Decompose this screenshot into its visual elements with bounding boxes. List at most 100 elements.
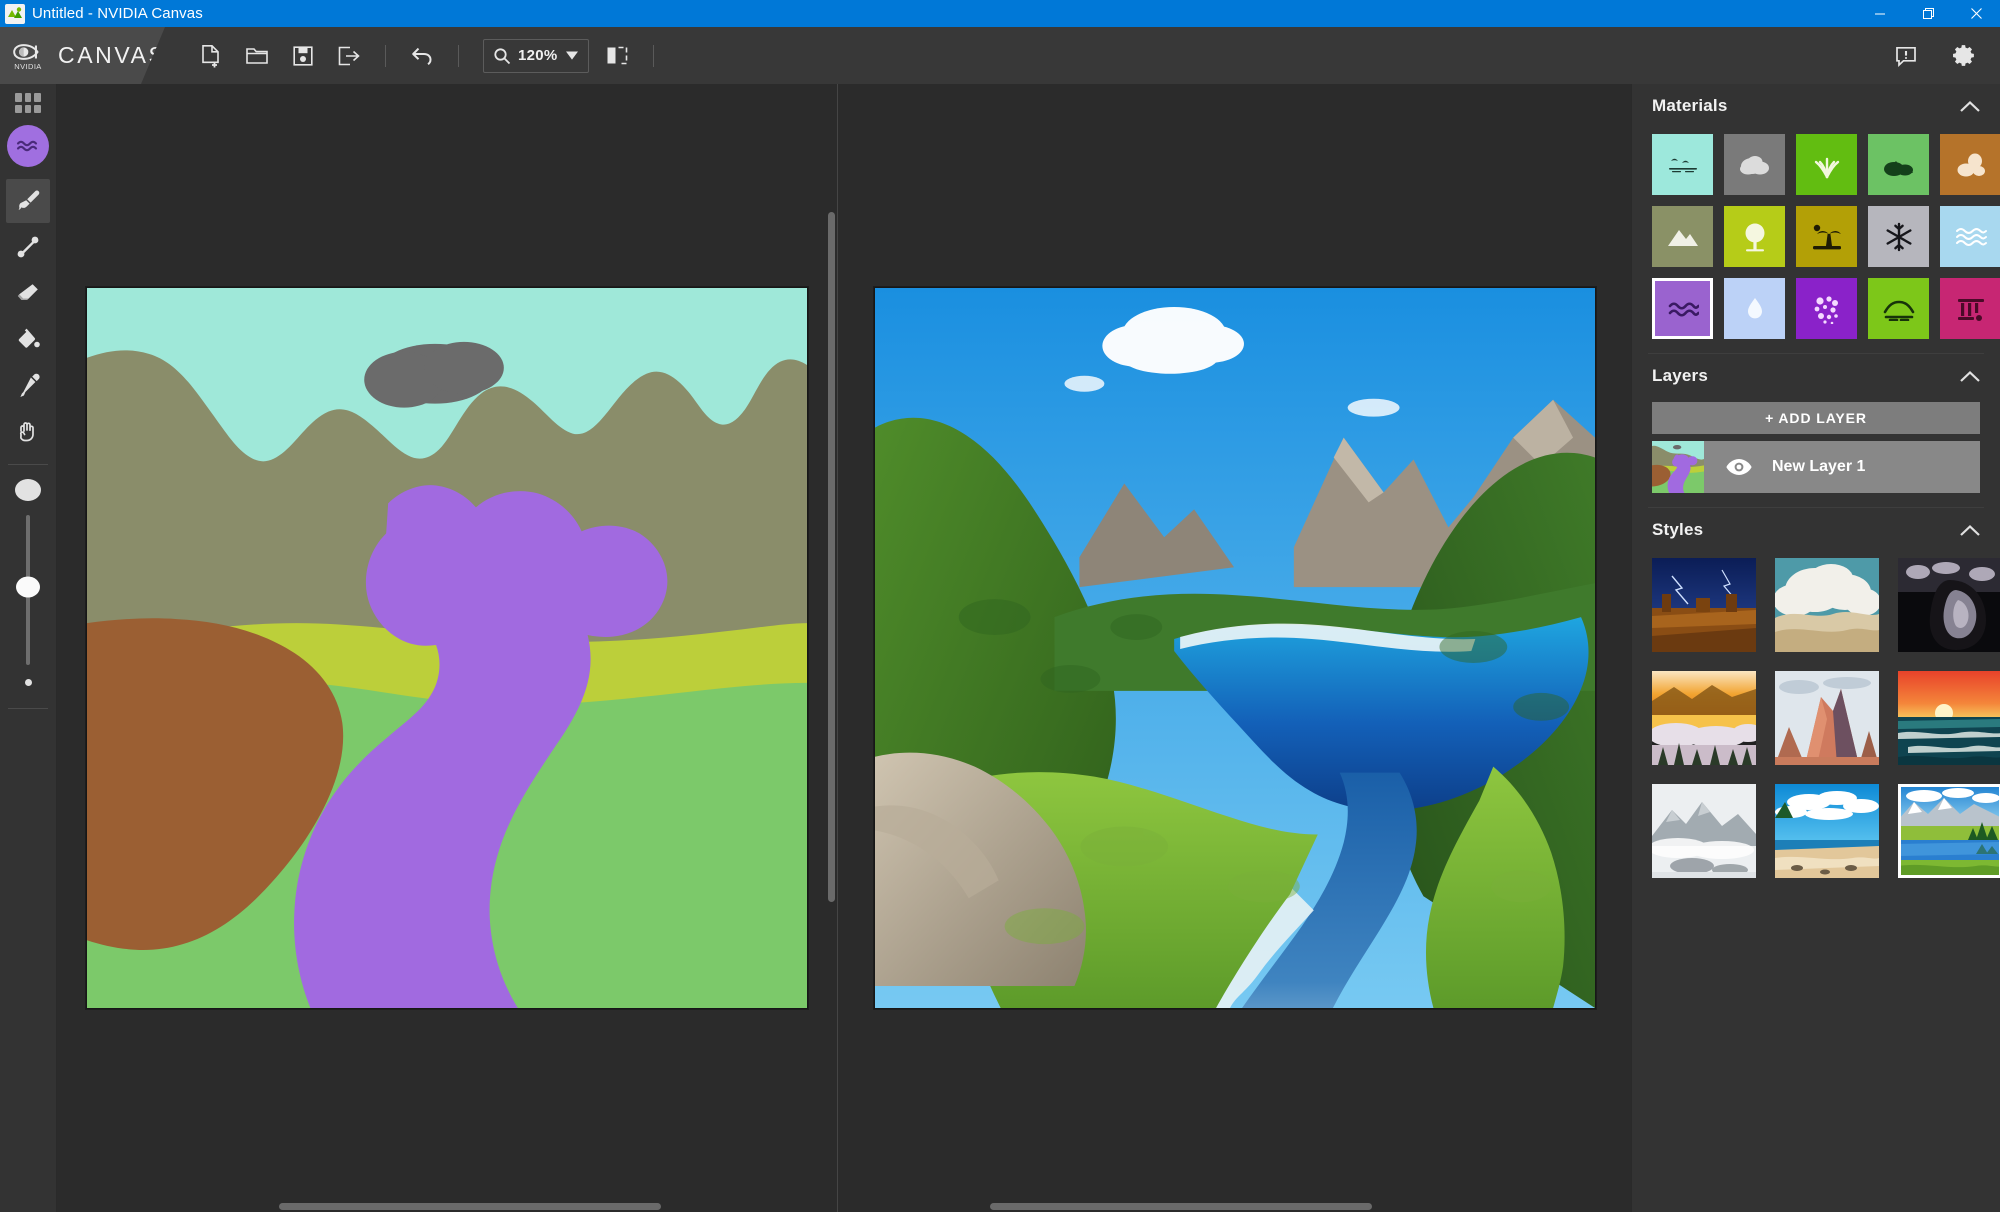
sketch-hscroll-thumb[interactable] [279, 1203, 661, 1210]
material-hill[interactable] [1868, 278, 1929, 339]
material-sea[interactable] [1940, 206, 2000, 267]
tool-rail [0, 84, 57, 1212]
nvidia-eye-logo-icon: NVIDIA [7, 36, 49, 76]
brand-zone: NVIDIA CANVAS BETA [0, 27, 165, 84]
settings-gear-icon[interactable] [1942, 34, 1986, 78]
dot [34, 104, 41, 113]
toolbar-separator-1 [385, 44, 386, 67]
zoom-control[interactable]: 120% [483, 38, 589, 73]
material-flowers[interactable] [1796, 278, 1857, 339]
dot [15, 93, 22, 102]
material-grass[interactable] [1796, 134, 1857, 195]
style-blue-beach[interactable] [1775, 784, 1879, 878]
material-snow[interactable] [1868, 206, 1929, 267]
style-red-spire[interactable] [1775, 671, 1879, 765]
window-title-bar: Untitled - NVIDIA Canvas [0, 0, 2000, 27]
render-hscroll-thumb[interactable] [990, 1203, 1372, 1210]
compare-view-button[interactable] [595, 34, 639, 78]
layer-visibility-eye-icon[interactable] [1726, 458, 1752, 476]
sketch-horizontal-scrollbar[interactable] [57, 1200, 837, 1212]
close-button[interactable] [1952, 0, 2000, 27]
canvas-area [57, 84, 1631, 1212]
render-horizontal-scrollbar[interactable] [838, 1200, 1631, 1212]
material-sand[interactable] [1940, 134, 2000, 195]
add-layer-button[interactable]: + ADD LAYER [1652, 402, 1980, 434]
undo-button[interactable] [400, 34, 444, 78]
styles-section-header[interactable]: Styles [1632, 508, 2000, 552]
material-bush[interactable] [1868, 134, 1929, 195]
material-water[interactable] [1652, 278, 1713, 339]
ai-rendered-output[interactable] [873, 287, 1596, 1009]
zoom-level-value: 120% [518, 47, 558, 64]
style-night-cave[interactable] [1898, 558, 2000, 652]
styles-title: Styles [1652, 520, 1704, 539]
nvidia-wordmark: NVIDIA [14, 61, 42, 71]
layer-name: New Layer 1 [1772, 458, 1866, 475]
current-material-swatch[interactable] [7, 125, 49, 167]
nvidia-canvas-window: Untitled - NVIDIA Canvas NVIDIA CANVAS B… [0, 0, 2000, 1212]
render-vertical-scrollbar[interactable] [1619, 84, 1631, 1212]
style-storm-mesa[interactable] [1652, 558, 1756, 652]
toolbar-buttons: 120% [165, 27, 666, 84]
chevron-down-icon[interactable] [565, 50, 579, 61]
rail-divider-bottom [8, 708, 48, 709]
maximize-restore-button[interactable] [1904, 0, 1952, 27]
materials-section-header[interactable]: Materials [1632, 84, 2000, 128]
tool-line[interactable] [6, 225, 50, 269]
sketch-vscroll-thumb[interactable] [828, 212, 835, 902]
material-ruins[interactable] [1940, 278, 2000, 339]
main-toolbar: NVIDIA CANVAS BETA 120% [0, 27, 2000, 84]
right-panel-spacer [1632, 894, 2000, 1212]
feedback-button[interactable] [1884, 34, 1928, 78]
toolbar-separator-2 [458, 44, 459, 67]
window-title: Untitled - NVIDIA Canvas [32, 5, 203, 22]
material-cloud[interactable] [1724, 134, 1785, 195]
tool-pan-hand[interactable] [6, 409, 50, 453]
material-desert[interactable] [1796, 206, 1857, 267]
dot [24, 93, 32, 102]
tool-eyedropper[interactable] [6, 363, 50, 407]
magnifier-icon [493, 47, 511, 65]
material-mountain[interactable] [1652, 206, 1713, 267]
layer-thumbnail [1652, 441, 1704, 493]
brush-size-min-indicator [24, 679, 32, 686]
style-misty-monochrome[interactable] [1652, 784, 1756, 878]
dot [24, 104, 32, 113]
brush-size-thumb[interactable] [16, 576, 40, 598]
material-fog[interactable] [1724, 278, 1785, 339]
material-tree[interactable] [1724, 206, 1785, 267]
export-file-button[interactable] [327, 34, 371, 78]
style-alpine-lake[interactable] [1898, 784, 2000, 878]
style-golden-fog[interactable] [1652, 671, 1756, 765]
styles-grid [1632, 552, 2000, 894]
segmentation-sketch[interactable] [86, 287, 808, 1009]
materials-grid-toggle-icon[interactable] [15, 93, 41, 113]
new-file-button[interactable] [189, 34, 233, 78]
layer-row[interactable]: New Layer 1 [1652, 441, 1980, 493]
brush-size-slider[interactable] [16, 515, 40, 665]
material-sky[interactable] [1652, 134, 1713, 195]
toolbar-separator-3 [652, 44, 654, 67]
minimize-button[interactable] [1856, 0, 1904, 27]
style-cumulus-cliffs[interactable] [1775, 558, 1879, 652]
style-ocean-sunset[interactable] [1898, 671, 2000, 765]
render-pane[interactable] [838, 84, 1631, 1212]
chevron-up-icon[interactable] [1959, 370, 1981, 383]
chevron-up-icon[interactable] [1959, 100, 1981, 113]
layers-title: Layers [1652, 366, 1709, 385]
brush-size-max-indicator [15, 479, 41, 501]
sketch-pane[interactable] [57, 84, 837, 1212]
tool-paintbrush[interactable] [6, 179, 50, 223]
tool-paint-bucket[interactable] [6, 317, 50, 361]
tool-eraser[interactable] [6, 271, 50, 315]
layers-section-header[interactable]: Layers [1632, 354, 2000, 398]
dot [15, 104, 22, 113]
toolbar-right-group [1884, 27, 2000, 84]
chevron-up-icon[interactable] [1959, 524, 1981, 537]
open-file-button[interactable] [235, 34, 279, 78]
save-file-button[interactable] [281, 34, 325, 78]
rail-divider [8, 464, 48, 465]
right-panel: Materials Layers + ADD LAYER New Layer 1… [1631, 84, 2000, 1212]
materials-title: Materials [1652, 96, 1728, 115]
sketch-vertical-scrollbar[interactable] [825, 84, 837, 1212]
